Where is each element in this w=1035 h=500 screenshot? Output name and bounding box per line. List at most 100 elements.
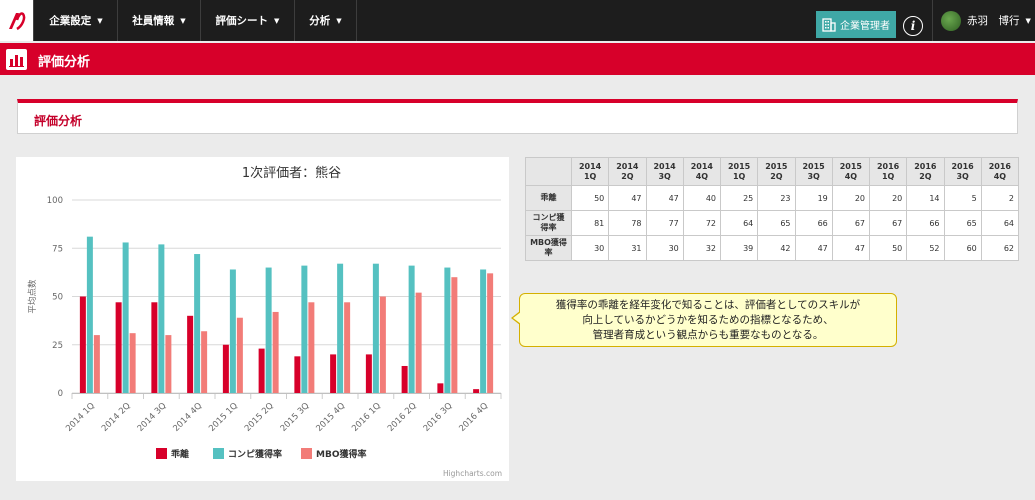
table-column-header: 2016 2Q (906, 157, 945, 186)
section-panel: 評価分析 (17, 99, 1018, 134)
legend-swatch (301, 448, 312, 459)
y-tick-label: 75 (52, 244, 63, 254)
table-cell: 25 (719, 185, 759, 211)
table-cell: 42 (757, 235, 796, 261)
user-name: 赤羽 博行 (967, 15, 1020, 27)
table-cell: 64 (719, 210, 759, 236)
chart-title: 1次評価者：熊谷 (242, 165, 341, 181)
nav-menu-employee-info[interactable]: 社員情報 ▼ (118, 0, 201, 41)
table-cell: 20 (831, 185, 871, 211)
table-cell: 19 (794, 185, 833, 211)
bar-divergence (330, 354, 337, 393)
data-table-container: 2014 1Q 2014 2Q 2014 3Q 2014 4Q 2015 1Q 2015 2Q 2015… (525, 157, 1020, 261)
table-column-header: 2014 1Q (570, 157, 610, 186)
nav-menu-label: 社員情報 (132, 15, 175, 27)
bar-chart: 1次評価者：熊谷0255075100平均点数2014 1Q 2014 2Q 2014… (27, 165, 502, 478)
table-column-header: 2015 2Q (757, 157, 796, 186)
bar-competency (301, 265, 308, 393)
table-column-header: 2014 3Q (645, 157, 684, 186)
x-tick-label: 2015 2Q (243, 401, 276, 434)
table-cell: 31 (608, 235, 647, 261)
x-tick-label: 2015 3Q (279, 401, 312, 434)
chart-credit: Highcharts.com (443, 469, 502, 478)
caret-down-icon: ▼ (97, 16, 103, 25)
table-cell: 32 (682, 235, 722, 261)
table-cell: 5 (943, 185, 982, 211)
nav-menu-evaluation-sheet[interactable]: 評価シート ▼ (201, 0, 295, 41)
bar-mbo (344, 302, 351, 393)
bar-divergence (258, 348, 265, 393)
y-axis-label: 平均点数 (27, 279, 38, 314)
company-admin-button[interactable]: 企業管理者 (816, 11, 896, 38)
x-tick-label: 2016 2Q (386, 401, 419, 434)
bar-competency (444, 267, 451, 393)
bar-mbo (379, 296, 386, 393)
nav-menu-company-settings[interactable]: 企業設定 ▼ (35, 0, 118, 41)
bar-competency (158, 244, 165, 393)
legend-swatch (156, 448, 167, 459)
chart-container: 1次評価者：熊谷 0 25 50 75 100 平均点数 2014 1Q 2014 2Q 2014… (16, 157, 509, 481)
bar-competency (372, 263, 379, 393)
bar-competency (194, 254, 201, 393)
bar-competency (480, 269, 487, 393)
table-cell: 65 (757, 210, 796, 236)
table-cell: 67 (831, 210, 871, 236)
table-column-header: 2016 3Q (943, 157, 982, 186)
legend-label: コンピ獲得率 (228, 448, 282, 460)
table-cell: 20 (868, 185, 908, 211)
table-row-header: 乖離 (525, 185, 572, 211)
callout-pointer-fill (513, 312, 521, 324)
bar-competency (229, 269, 236, 393)
bar-competency (122, 242, 129, 393)
bar-competency (408, 265, 415, 393)
table-column-header: 2015 3Q (794, 157, 833, 186)
table-cell: 81 (570, 210, 610, 236)
callout-line: 管理者育成という観点からも重要なものとなる。 (592, 329, 824, 341)
y-tick-label: 100 (47, 196, 63, 206)
table-cell: 50 (868, 235, 908, 261)
table-cell: 60 (943, 235, 982, 261)
nav-menu-analysis[interactable]: 分析 ▼ (295, 0, 357, 41)
x-tick-label: 2014 2Q (100, 401, 133, 434)
table-header-row: 2014 1Q 2014 2Q 2014 3Q 2014 4Q 2015 1Q 2015 2Q 2015… (525, 157, 1020, 186)
table-cell: 78 (608, 210, 647, 236)
table-cell: 67 (868, 210, 908, 236)
user-menu[interactable]: 赤羽 博行 ▼ (932, 0, 1035, 41)
bar-divergence (79, 296, 86, 393)
bar-mbo (308, 302, 315, 393)
table-cell: 23 (757, 185, 796, 211)
table-cell: 66 (794, 210, 833, 236)
x-tick-label: 2015 4Q (314, 401, 347, 434)
bar-mbo (165, 335, 172, 393)
legend-label: 乖離 (171, 448, 189, 460)
table-row: 乖離 50 47 47 40 25 23 19 20 20 14 5 2 (525, 185, 1020, 211)
table-column-header: 2014 2Q (608, 157, 647, 186)
bar-mbo (487, 273, 494, 393)
table-column-header: 2016 4Q (980, 157, 1020, 186)
y-tick-label: 0 (58, 389, 63, 399)
table-row: MBO獲得率 30 31 30 32 39 42 47 47 50 52 60 62 (525, 235, 1020, 261)
table-row-header: MBO獲得率 (525, 235, 572, 261)
caret-down-icon: ▼ (336, 16, 342, 25)
table-cell: 64 (980, 210, 1020, 236)
x-tick-label: 2014 3Q (136, 401, 169, 434)
table-column-header: 2014 4Q (682, 157, 722, 186)
table-cell: 52 (906, 235, 945, 261)
y-tick-label: 50 (52, 293, 63, 303)
table-cell: 47 (831, 235, 871, 261)
table-cell: 47 (794, 235, 833, 261)
app-logo[interactable] (0, 0, 34, 41)
page-title: 評価分析 (38, 55, 91, 70)
bar-divergence (365, 354, 372, 393)
bar-mbo (93, 335, 100, 393)
bar-mbo (201, 331, 208, 393)
legend-label: MBO獲得率 (316, 448, 366, 460)
section-title: 評価分析 (34, 114, 83, 128)
data-table: 2014 1Q 2014 2Q 2014 3Q 2014 4Q 2015 1Q 2015 2Q 2015… (525, 157, 1020, 261)
logo-icon (8, 11, 25, 30)
info-glyph: i (910, 19, 916, 33)
bar-mbo (236, 317, 243, 393)
bar-competency (337, 263, 344, 393)
info-icon[interactable]: i (903, 16, 923, 36)
bar-divergence (151, 302, 158, 393)
